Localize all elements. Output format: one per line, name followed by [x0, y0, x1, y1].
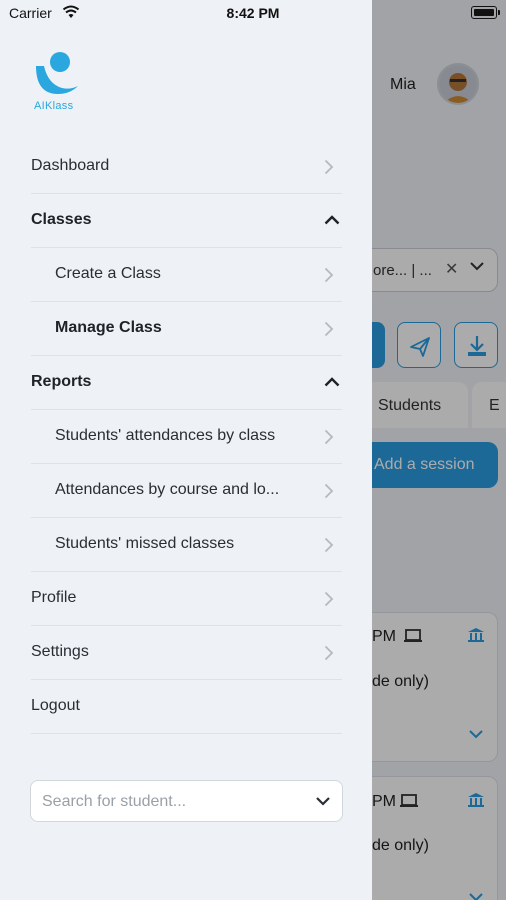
chevron-right-icon [324, 267, 334, 283]
menu-item-label: Logout [31, 697, 80, 714]
menu-item-classes[interactable]: Classes [31, 194, 342, 248]
student-search-select[interactable] [30, 780, 343, 822]
chevron-right-icon [324, 645, 334, 661]
status-bar: Carrier 8:42 PM [0, 0, 506, 28]
navigation-drawer: AIKlass Dashboard Classes Create a Class… [0, 0, 372, 900]
chevron-down-icon[interactable] [316, 797, 330, 806]
chevron-right-icon [324, 483, 334, 499]
battery-tip [498, 10, 500, 15]
menu-item-profile[interactable]: Profile [31, 572, 342, 626]
menu-item-label: Classes [31, 211, 92, 228]
menu-item-attendances-by-course[interactable]: Attendances by course and lo... [31, 464, 342, 518]
menu-item-label: Create a Class [55, 265, 161, 282]
menu-item-label: Manage Class [55, 319, 162, 336]
menu-item-reports[interactable]: Reports [31, 356, 342, 410]
chevron-up-icon [324, 215, 340, 225]
menu-item-label: Students' missed classes [55, 535, 235, 552]
drawer-menu: Dashboard Classes Create a Class Manage … [31, 140, 342, 734]
menu-item-attendances-by-class[interactable]: Students' attendances by class [31, 410, 342, 464]
menu-item-label: Students' attendances by class [55, 427, 276, 444]
app-logo-text: AIKlass [34, 100, 74, 112]
menu-item-manage-class[interactable]: Manage Class [31, 302, 342, 356]
menu-item-label: Reports [31, 373, 92, 390]
chevron-right-icon [324, 159, 334, 175]
menu-item-logout[interactable]: Logout [31, 680, 342, 734]
clock: 8:42 PM [226, 5, 280, 21]
menu-item-label: Dashboard [31, 157, 110, 174]
menu-item-settings[interactable]: Settings [31, 626, 342, 680]
chevron-right-icon [324, 537, 334, 553]
menu-item-create-class[interactable]: Create a Class [31, 248, 342, 302]
student-search-input[interactable] [42, 792, 302, 812]
menu-item-label: Profile [31, 589, 77, 606]
battery-icon [471, 6, 497, 19]
menu-item-dashboard[interactable]: Dashboard [31, 140, 342, 194]
chevron-right-icon [324, 321, 334, 337]
chevron-right-icon [324, 591, 334, 607]
menu-item-missed-classes[interactable]: Students' missed classes [31, 518, 342, 572]
chevron-up-icon [324, 377, 340, 387]
menu-item-label: Attendances by course and lo... [55, 481, 280, 498]
chevron-right-icon [324, 429, 334, 445]
menu-item-label: Settings [31, 643, 89, 660]
